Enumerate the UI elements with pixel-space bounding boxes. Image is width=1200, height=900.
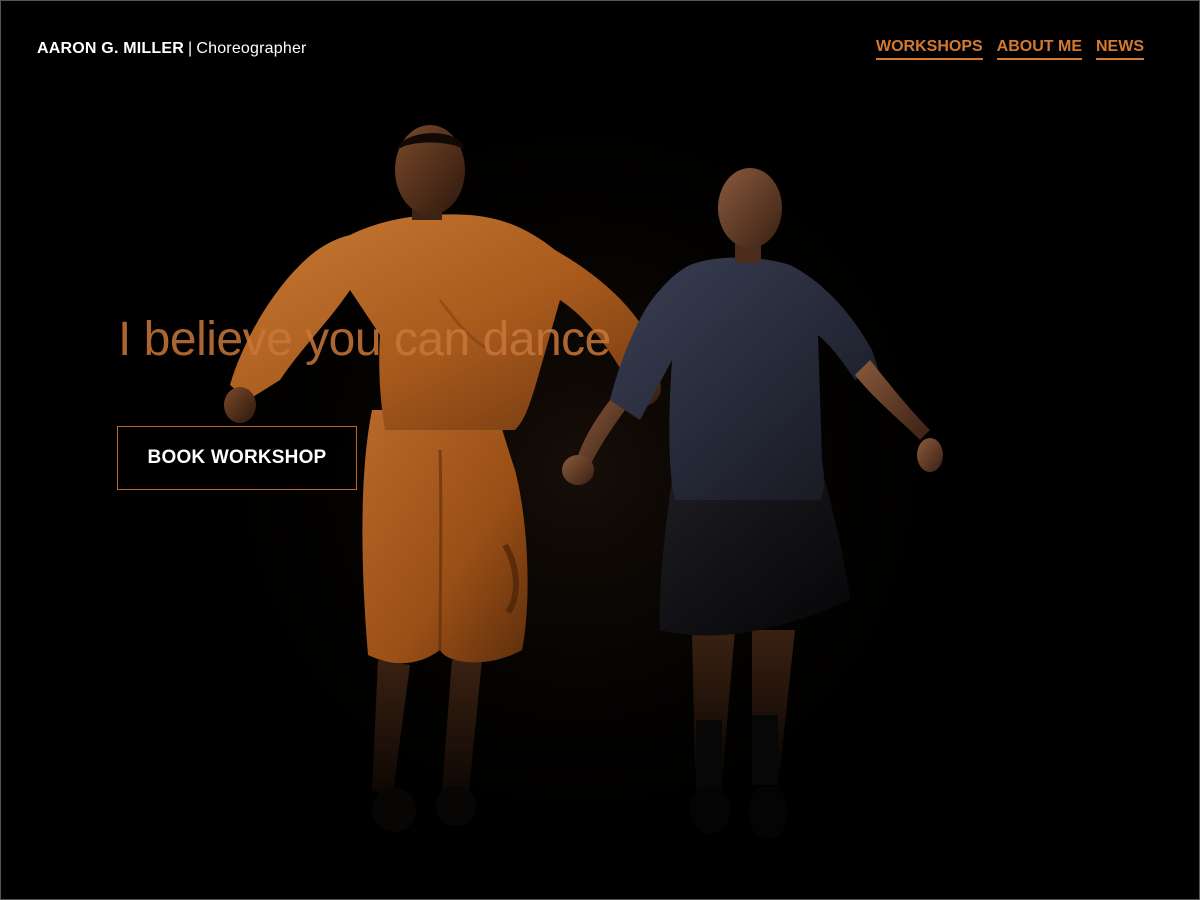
nav-link-workshops[interactable]: WORKSHOPS [876,38,983,60]
book-workshop-button[interactable]: BOOK WORKSHOP [117,426,357,490]
main-nav: WORKSHOPS ABOUT ME NEWS [876,38,1144,60]
brand-role: Choreographer [196,40,307,57]
nav-link-about-me[interactable]: ABOUT ME [996,38,1082,60]
brand-name: AARON G. MILLER [37,40,184,57]
nav-link-news[interactable]: NEWS [1096,38,1144,60]
hero-tagline: I believe you can dance [118,313,611,366]
brand-separator: | [188,40,193,57]
page: AARON G. MILLER | Choreographer WORKSHOPS … [0,0,1200,900]
brand[interactable]: AARON G. MILLER | Choreographer [37,40,307,58]
site-header: AARON G. MILLER | Choreographer WORKSHOPS … [37,36,1144,62]
